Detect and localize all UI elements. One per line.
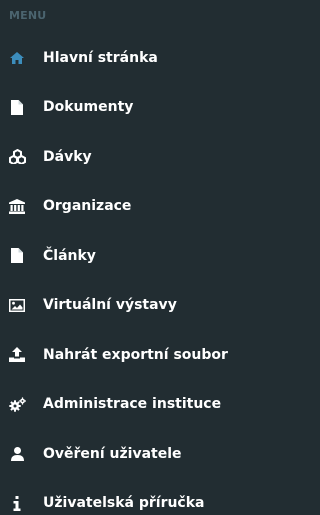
upload-icon [8, 346, 26, 364]
sidebar-item-label: Administrace instituce [43, 396, 222, 413]
image-icon [8, 296, 26, 314]
sidebar-item-articles[interactable]: Články [0, 231, 299, 281]
sidebar-item-institution-admin[interactable]: Administrace instituce [0, 380, 299, 430]
sidebar-item-label: Nahrát exportní soubor [43, 346, 228, 363]
institution-icon [8, 197, 26, 215]
menu-header: MENU [9, 9, 47, 22]
user-icon [8, 445, 26, 463]
cogs-icon [8, 395, 26, 413]
sidebar-item-batches[interactable]: Dávky [0, 132, 299, 182]
sidebar-item-home[interactable]: Hlavní stránka [0, 33, 299, 83]
sidebar-item-label: Hlavní stránka [43, 49, 158, 66]
file-icon [8, 247, 26, 265]
sidebar-item-upload-export[interactable]: Nahrát exportní soubor [0, 330, 299, 380]
file-icon [8, 98, 26, 116]
sidebar-item-label: Uživatelská příručka [43, 495, 205, 512]
sidebar-item-user-guide[interactable]: Uživatelská příručka [0, 479, 299, 515]
sidebar-item-label: Články [43, 247, 96, 264]
info-icon [8, 494, 26, 512]
sidebar-item-user-verification[interactable]: Ověření uživatele [0, 429, 299, 479]
sidebar-item-label: Organizace [43, 198, 132, 215]
sidebar-item-organizations[interactable]: Organizace [0, 182, 299, 232]
sidebar-item-label: Dávky [43, 148, 92, 165]
sidebar-item-label: Dokumenty [43, 99, 134, 116]
sidebar-item-documents[interactable]: Dokumenty [0, 83, 299, 133]
sidebar: MENU Hlavní stránka Dokumenty Dávky Orga… [0, 0, 299, 515]
cubes-icon [8, 148, 26, 166]
sidebar-item-label: Virtuální výstavy [43, 297, 177, 314]
home-icon [8, 49, 26, 67]
sidebar-item-label: Ověření uživatele [43, 445, 182, 462]
sidebar-item-virtual-exhibitions[interactable]: Virtuální výstavy [0, 281, 299, 331]
sidebar-menu: Hlavní stránka Dokumenty Dávky Organizac… [0, 33, 299, 515]
